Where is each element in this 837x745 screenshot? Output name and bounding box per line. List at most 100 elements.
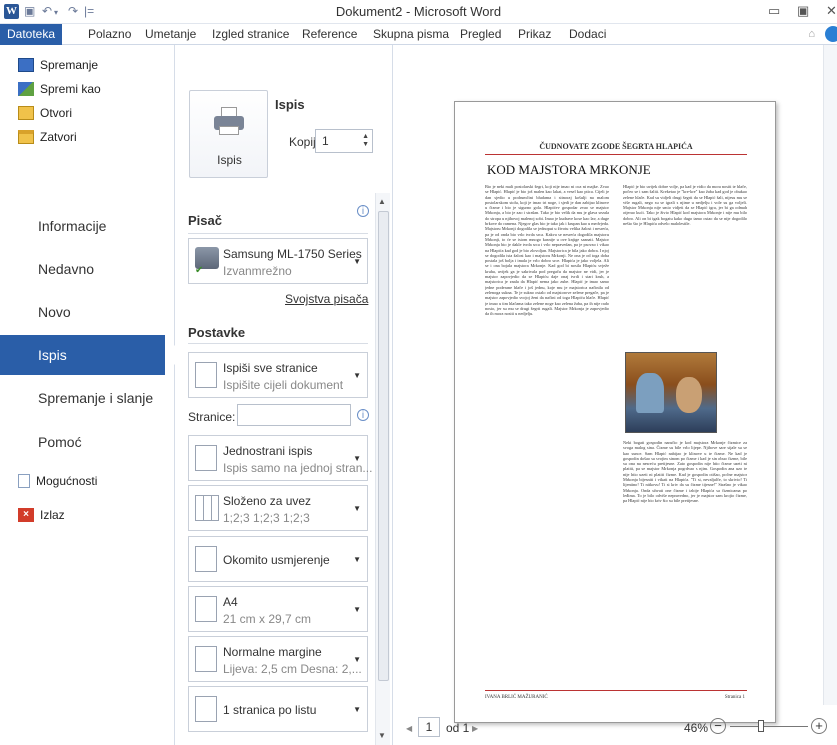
chevron-down-icon: ▼	[353, 371, 361, 380]
zoom-slider[interactable]	[730, 726, 808, 727]
word-backstage-window: W ▣ ↶ ▾ ↷ |= Dokument2 - Microsoft Word …	[0, 0, 837, 745]
nav-otvori[interactable]: Otvori	[18, 103, 72, 123]
exit-icon: ×	[18, 507, 34, 522]
save-as-icon	[18, 81, 34, 96]
close-folder-icon	[18, 129, 34, 144]
chevron-down-icon: ▼	[353, 257, 361, 266]
options-icon	[18, 473, 30, 488]
portrait-icon	[195, 546, 217, 572]
print-preview: ČUDNOVATE ZGODE ŠEGRTA HLAPIĆA KOD MAJST…	[394, 45, 837, 745]
paper-icon	[195, 596, 217, 622]
tab-reference[interactable]: Reference	[298, 24, 361, 45]
print-range-label: Ispiši sve stranice	[223, 361, 318, 375]
text-column-right-bottom: Neki bogati gospodin naručio je kod majs…	[623, 440, 747, 504]
figure-shape	[676, 377, 702, 413]
zoom-in-icon[interactable]: +	[811, 718, 827, 734]
scroll-thumb[interactable]	[378, 211, 389, 681]
tab-umetanje[interactable]: Umetanje	[141, 24, 200, 45]
window-title: Dokument2 - Microsoft Word	[335, 4, 502, 19]
print-range-desc: Ispišite cijeli dokument	[223, 378, 344, 392]
nav-izlaz[interactable]: × Izlaz	[18, 505, 65, 525]
nav-ispis[interactable]: Ispis	[0, 335, 177, 375]
footer-author: IVANA BRLIĆ MAŽURANIĆ	[485, 695, 548, 700]
maximize-button[interactable]: ▣	[797, 3, 809, 19]
title-bar: W ▣ ↶ ▾ ↷ |= Dokument2 - Microsoft Word …	[0, 0, 837, 24]
one-sided-icon	[195, 445, 217, 471]
tab-izgled-stranice[interactable]: Izgled stranice	[208, 24, 293, 45]
printer-name: Samsung ML-1750 Series	[223, 247, 362, 261]
print-range-dropdown[interactable]: Ispiši sve stranice Ispišite cijeli doku…	[188, 352, 368, 398]
tab-datoteka[interactable]: Datoteka	[0, 24, 63, 45]
copies-stepper[interactable]: 1 ▲ ▼	[315, 129, 373, 153]
settings-scrollbar[interactable]: ▲ ▼	[375, 193, 390, 745]
zoom-slider-thumb[interactable]	[758, 720, 764, 732]
pages-info-icon[interactable]: i	[357, 409, 369, 421]
pages-per-sheet-dropdown[interactable]: 1 stranica po listu ▼	[188, 686, 368, 732]
open-folder-icon	[18, 105, 34, 120]
pages-label: Stranice:	[188, 410, 236, 424]
sides-desc: Ispis samo na jednoj stran...	[223, 461, 373, 475]
zoom-level[interactable]: 46%	[684, 721, 708, 735]
help-icon[interactable]	[825, 26, 837, 42]
preview-page: ČUDNOVATE ZGODE ŠEGRTA HLAPIĆA KOD MAJST…	[454, 101, 776, 723]
page-header: ČUDNOVATE ZGODE ŠEGRTA HLAPIĆA	[539, 142, 693, 151]
ribbon-tabs: Datoteka Polazno Umetanje Izgled stranic…	[0, 24, 837, 45]
divider	[188, 233, 368, 234]
minimize-button[interactable]: ▭	[768, 3, 780, 19]
backstage-nav: Spremanje Spremi kao Otvori Zatvori Info…	[0, 45, 177, 745]
orientation-dropdown[interactable]: Okomito usmjerenje ▼	[188, 536, 368, 582]
nav-informacije[interactable]: Informacije	[0, 206, 175, 246]
header-rule	[485, 154, 747, 155]
footer-rule	[485, 690, 747, 691]
collate-label: Složeno za uvez	[223, 494, 312, 508]
tab-pregled[interactable]: Pregled	[456, 24, 505, 45]
sides-dropdown[interactable]: Jednostrani ispis Ispis samo na jednoj s…	[188, 435, 372, 481]
sides-label: Jednostrani ispis	[223, 444, 313, 458]
paper-size-desc: 21 cm x 29,7 cm	[223, 612, 312, 626]
printer-status: Izvanmrežno	[223, 264, 292, 278]
close-button[interactable]: ✕	[826, 3, 837, 19]
nav-pomoc[interactable]: Pomoć	[0, 422, 175, 462]
figure-shape	[636, 373, 664, 413]
printer-info-icon[interactable]: i	[357, 205, 369, 217]
ribbon-collapse-icon[interactable]: ⌂	[808, 28, 815, 40]
nav-spremanje-i-slanje[interactable]: Spremanje i slanje	[0, 378, 175, 418]
chevron-down-icon: ▼	[353, 504, 361, 513]
printer-properties-link[interactable]: Svojstva pisača	[285, 292, 368, 306]
prev-page-icon[interactable]: ◀	[406, 724, 412, 733]
collate-icon	[195, 495, 219, 521]
page-number-input[interactable]: 1	[418, 717, 440, 737]
margins-icon	[195, 646, 217, 672]
print-button[interactable]: Ispis	[189, 90, 268, 178]
printer-offline-check-icon: ✔	[195, 265, 204, 276]
nav-spremanje[interactable]: Spremanje	[18, 55, 98, 75]
divider	[188, 343, 368, 344]
paper-size-dropdown[interactable]: A4 21 cm x 29,7 cm ▼	[188, 586, 368, 632]
text-column-right-top: Hlapić je bio uvijek dobre volje, pa kad…	[623, 184, 747, 227]
tab-dodaci[interactable]: Dodaci	[565, 24, 610, 45]
next-page-icon[interactable]: ▶	[472, 724, 478, 733]
tab-skupna-pisma[interactable]: Skupna pisma	[369, 24, 453, 45]
chapter-title: KOD MAJSTORA MRKONJE	[487, 162, 651, 177]
scroll-up-icon[interactable]: ▲	[378, 197, 386, 206]
tab-prikaz[interactable]: Prikaz	[514, 24, 555, 45]
paper-size-label: A4	[223, 595, 238, 609]
nav-novo[interactable]: Novo	[0, 292, 175, 332]
preview-scrollbar[interactable]	[823, 45, 837, 705]
margins-desc: Lijeva: 2,5 cm Desna: 2,...	[223, 662, 362, 676]
footer-page-number: Stranica 1	[724, 695, 745, 700]
nav-nedavno[interactable]: Nedavno	[0, 249, 175, 289]
collate-dropdown[interactable]: Složeno za uvez 1;2;3 1;2;3 1;2;3 ▼	[188, 485, 368, 531]
pages-input[interactable]	[237, 404, 351, 426]
spin-arrows-icon[interactable]: ▲ ▼	[362, 133, 369, 149]
scroll-down-icon[interactable]: ▼	[378, 731, 386, 740]
zoom-out-icon[interactable]: −	[710, 718, 726, 734]
printer-dropdown[interactable]: ✔ Samsung ML-1750 Series Izvanmrežno ▼	[188, 238, 368, 284]
nav-mogucnosti[interactable]: Mogućnosti	[18, 471, 97, 491]
chevron-down-icon: ▼	[353, 655, 361, 664]
nav-zatvori[interactable]: Zatvori	[18, 127, 77, 147]
page-count: od 1	[446, 721, 470, 735]
nav-spremi-kao[interactable]: Spremi kao	[18, 79, 101, 99]
tab-polazno[interactable]: Polazno	[84, 24, 135, 45]
margins-dropdown[interactable]: Normalne margine Lijeva: 2,5 cm Desna: 2…	[188, 636, 368, 682]
